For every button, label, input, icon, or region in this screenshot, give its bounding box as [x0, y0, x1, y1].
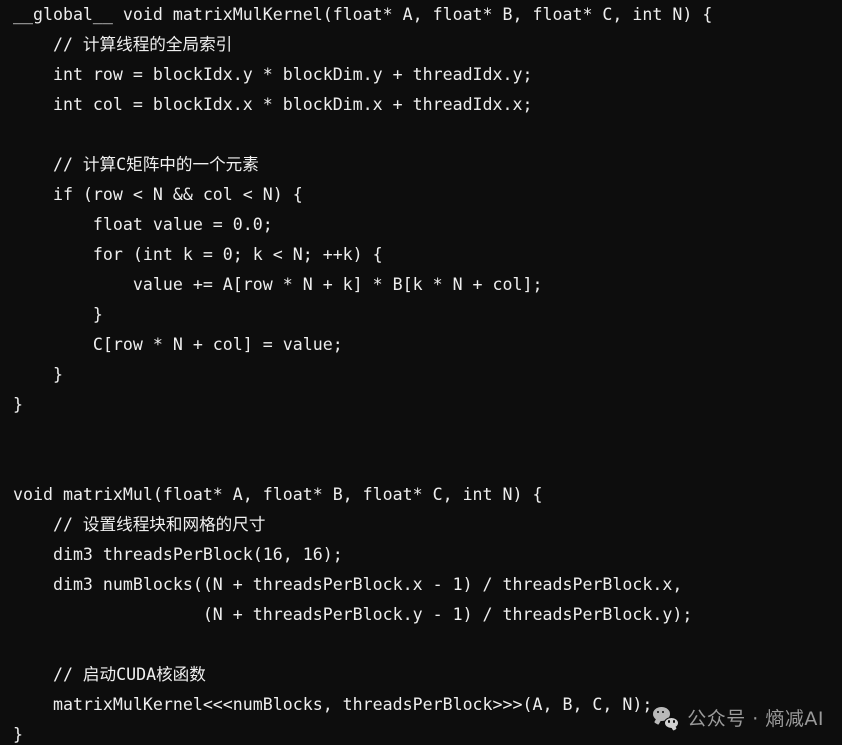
code-line: dim3 numBlocks((N + threadsPerBlock.x - …: [13, 575, 683, 594]
code-line: __global__ void matrixMulKernel(float* A…: [13, 5, 713, 24]
code-line: float value = 0.0;: [13, 215, 273, 234]
code-line: int col = blockIdx.x * blockDim.x + thre…: [13, 95, 533, 114]
code-line: for (int k = 0; k < N; ++k) {: [13, 245, 383, 264]
code-line: }: [13, 365, 63, 384]
code-line: void matrixMul(float* A, float* B, float…: [13, 485, 543, 504]
code-line: // 计算线程的全局索引: [13, 35, 233, 54]
code-block[interactable]: __global__ void matrixMulKernel(float* A…: [0, 0, 842, 745]
code-line: (N + threadsPerBlock.y - 1) / threadsPer…: [13, 605, 693, 624]
code-line: dim3 threadsPerBlock(16, 16);: [13, 545, 343, 564]
code-line: // 启动CUDA核函数: [13, 665, 206, 684]
code-screenshot: __global__ void matrixMulKernel(float* A…: [0, 0, 842, 745]
code-line: matrixMulKernel<<<numBlocks, threadsPerB…: [13, 695, 653, 714]
code-line: value += A[row * N + k] * B[k * N + col]…: [13, 275, 543, 294]
code-line: int row = blockIdx.y * blockDim.y + thre…: [13, 65, 533, 84]
code-line: }: [13, 305, 103, 324]
code-line: // 计算C矩阵中的一个元素: [13, 155, 259, 174]
code-line: if (row < N && col < N) {: [13, 185, 303, 204]
code-line: }: [13, 725, 23, 744]
code-line: }: [13, 395, 23, 414]
code-line: // 设置线程块和网格的尺寸: [13, 515, 266, 534]
code-line: C[row * N + col] = value;: [13, 335, 343, 354]
